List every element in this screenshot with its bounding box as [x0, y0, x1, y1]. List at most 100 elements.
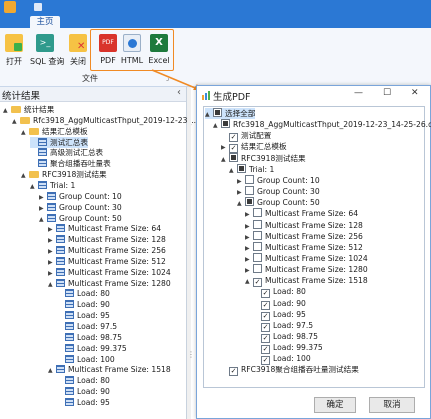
- checkbox[interactable]: [253, 252, 262, 262]
- results-tree-item[interactable]: Load: 97.5: [57, 321, 117, 332]
- export-tree-item[interactable]: ▲ ✓ Multicast Frame Size: 1518: [245, 275, 368, 288]
- table-icon: [56, 235, 65, 244]
- results-tree-item[interactable]: ▲ Group Count: 50: [39, 213, 122, 224]
- results-tree-item[interactable]: ▶ Group Count: 30: [39, 202, 122, 213]
- results-tree-item[interactable]: Load: 99.375: [57, 343, 127, 354]
- collapse-arrow-icon[interactable]: ▲: [3, 105, 11, 116]
- export-tree-item[interactable]: ▲ Trial: 1: [229, 163, 274, 176]
- results-tree-item-label: Group Count: 30: [59, 202, 122, 212]
- results-tree-item[interactable]: Load: 90: [57, 299, 110, 310]
- results-tree-item[interactable]: 高级测试汇总表: [30, 147, 103, 158]
- results-tree-item[interactable]: ▶ Multicast Frame Size: 512: [48, 256, 166, 267]
- quick-access-icon[interactable]: [34, 3, 42, 11]
- export-tree-item[interactable]: ▶ Group Count: 30: [237, 186, 320, 197]
- collapse-arrow-icon[interactable]: ▲: [237, 198, 245, 209]
- results-tree-item[interactable]: ▶ Group Count: 10: [39, 191, 122, 202]
- export-tree-item[interactable]: ✓ RFC3918聚合组播吞吐量测试结果: [221, 364, 359, 377]
- close-button[interactable]: ✕: [411, 88, 419, 98]
- export-tree-item[interactable]: ▲ RFC3918测试结果: [221, 152, 306, 165]
- export-tree-item[interactable]: ✓ Load: 80: [253, 286, 306, 299]
- collapse-arrow-icon[interactable]: ▲: [48, 365, 56, 376]
- results-tree-item[interactable]: ▲ Multicast Frame Size: 1518: [48, 364, 171, 375]
- checkbox[interactable]: [245, 197, 254, 207]
- splitter-grip-icon[interactable]: ⋮: [187, 350, 195, 359]
- collapse-arrow-icon[interactable]: ▲: [229, 165, 237, 176]
- results-tree-item[interactable]: ▶ Multicast Frame Size: 1024: [48, 267, 171, 278]
- export-tree-item[interactable]: ▲ Group Count: 50: [237, 197, 320, 208]
- table-icon: [65, 354, 74, 363]
- excel-button[interactable]: X Excel: [145, 32, 173, 72]
- export-tree-item[interactable]: ✓ Load: 95: [253, 309, 306, 321]
- results-tree-item[interactable]: ▲ 统计结果: [3, 104, 54, 115]
- cancel-button[interactable]: 取消: [369, 397, 415, 413]
- collapse-arrow-icon[interactable]: ▲: [221, 154, 229, 165]
- results-tree-item[interactable]: Load: 95: [57, 397, 110, 408]
- export-tree-item[interactable]: ✓ Load: 100: [253, 353, 311, 366]
- checkbox[interactable]: [253, 208, 262, 218]
- export-tree-item[interactable]: ▶ Multicast Frame Size: 128: [245, 219, 363, 231]
- results-tree-item-label: Load: 80: [77, 289, 110, 299]
- ok-button[interactable]: 确定: [314, 397, 356, 413]
- collapse-arrow-icon[interactable]: ▲: [12, 116, 20, 127]
- collapse-arrow-icon[interactable]: ▲: [21, 127, 29, 138]
- export-tree-item[interactable]: ▶ Multicast Frame Size: 256: [245, 230, 363, 242]
- checkbox[interactable]: [237, 163, 246, 173]
- collapse-arrow-icon[interactable]: ▲: [39, 214, 47, 225]
- export-tree-item[interactable]: ▶ Multicast Frame Size: 512: [245, 241, 363, 253]
- checkbox[interactable]: [245, 174, 254, 184]
- panel-splitter[interactable]: [187, 87, 191, 419]
- close-db-button[interactable]: ✕ 关闭: [64, 32, 92, 72]
- results-tree-item-label: RFC3918测试结果: [42, 170, 107, 180]
- results-tree-item[interactable]: ▲ Trial: 1: [30, 180, 75, 191]
- collapse-arrow-icon[interactable]: ▲: [21, 170, 29, 181]
- results-tree-item[interactable]: ▲ RFC3918测试结果: [21, 169, 107, 180]
- table-icon: [65, 332, 74, 341]
- results-tree-item[interactable]: ▶ Multicast Frame Size: 128: [48, 234, 166, 245]
- export-tree-item[interactable]: ✓ Load: 90: [253, 298, 306, 310]
- collapse-arrow-icon[interactable]: ▲: [48, 279, 56, 290]
- results-tree-item[interactable]: Load: 100: [57, 354, 115, 365]
- results-tree-item[interactable]: 聚合组播吞吐量表: [30, 158, 111, 169]
- results-tree-item[interactable]: ▲ Multicast Frame Size: 1280: [48, 278, 171, 289]
- checkbox[interactable]: [253, 219, 262, 229]
- results-tree-item[interactable]: 测试汇总表: [30, 136, 88, 148]
- export-tree-item[interactable]: ✓ Load: 97.5: [253, 320, 313, 332]
- checkbox[interactable]: [229, 152, 238, 162]
- results-tree-item[interactable]: ▲ 结果汇总模板: [21, 126, 88, 137]
- html-button[interactable]: HTML: [118, 32, 146, 72]
- export-tree-item[interactable]: ▶ Multicast Frame Size: 1024: [245, 252, 368, 264]
- results-tree-item[interactable]: ▶ Multicast Frame Size: 256: [48, 245, 166, 256]
- export-tree-item[interactable]: ✓ 测试配置: [221, 130, 271, 143]
- checkbox[interactable]: [245, 186, 254, 196]
- results-tree-item[interactable]: ▶ Multicast Frame Size: 64: [48, 223, 161, 234]
- checkbox[interactable]: [253, 241, 262, 251]
- collapse-arrow-icon[interactable]: ▲: [213, 120, 221, 131]
- checkbox[interactable]: [253, 230, 262, 240]
- export-tree-item[interactable]: ✓ Load: 99.375: [253, 342, 323, 355]
- export-tree-item[interactable]: ▲ Rfc3918_AggMulticastThput_2019-12-23_14…: [213, 119, 431, 130]
- results-tree-item[interactable]: ▲ Rfc3918_AggMulticastThput_2019-12-23_..…: [12, 115, 198, 126]
- results-tree-item[interactable]: Load: 95: [57, 310, 110, 321]
- maximize-button[interactable]: ☐: [383, 88, 391, 98]
- sql-query-button[interactable]: >_ SQL 查询: [30, 32, 64, 72]
- checkbox[interactable]: [253, 264, 262, 274]
- export-tree-item-label: Load: 99.375: [273, 343, 323, 353]
- results-tree-item[interactable]: Load: 80: [57, 375, 110, 386]
- results-tree-item[interactable]: Load: 90: [57, 386, 110, 397]
- checkbox[interactable]: [221, 119, 230, 129]
- export-tree-item[interactable]: ▲ 选择全部: [205, 108, 256, 120]
- export-tree-item[interactable]: ▶ Multicast Frame Size: 64: [245, 208, 358, 219]
- collapse-arrow-icon[interactable]: ▲: [30, 181, 38, 192]
- results-tree-item[interactable]: Load: 98.75: [57, 332, 122, 343]
- collapse-arrow-icon[interactable]: ▲: [205, 109, 213, 120]
- results-tree-item[interactable]: Load: 80: [57, 288, 110, 299]
- export-tree-item[interactable]: ▶ ✓ 结果汇总模板: [221, 141, 287, 154]
- checkbox[interactable]: ✓: [229, 367, 238, 377]
- collapse-arrow-icon[interactable]: ▲: [245, 276, 253, 287]
- open-button[interactable]: 打开: [0, 32, 28, 72]
- export-tree-item[interactable]: ✓ Load: 98.75: [253, 331, 318, 343]
- export-tree-item[interactable]: ▶ Multicast Frame Size: 1280: [245, 264, 368, 275]
- minimize-button[interactable]: —: [354, 88, 363, 98]
- checkbox[interactable]: [213, 108, 222, 117]
- export-tree-item[interactable]: ▶ Group Count: 10: [237, 174, 320, 186]
